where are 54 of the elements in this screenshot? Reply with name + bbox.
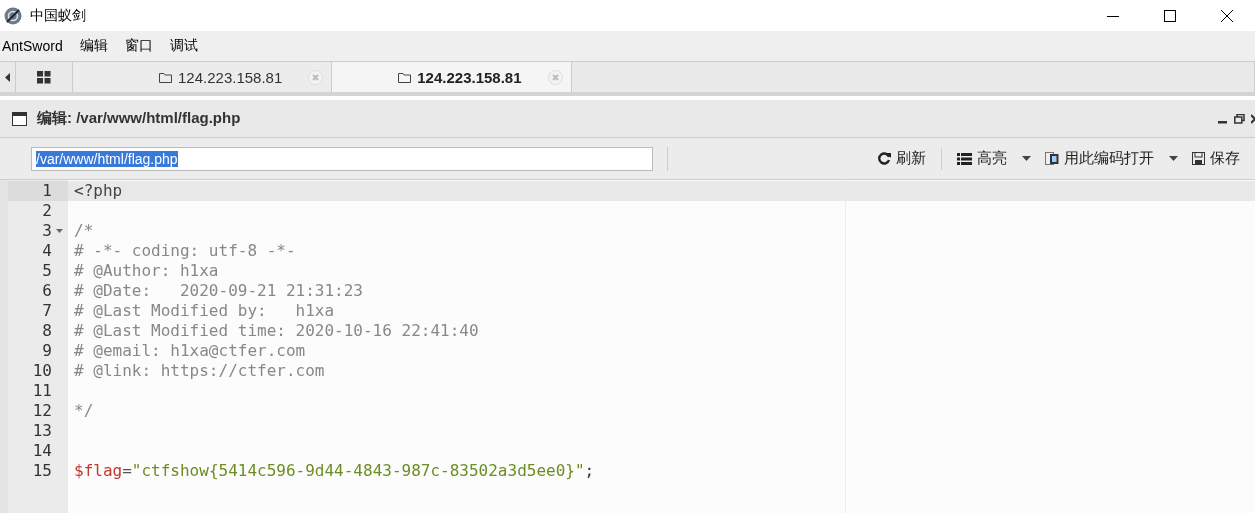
- toolbar-button[interactable]: 用此编码打开: [1038, 143, 1185, 174]
- maximize-icon[interactable]: [1163, 9, 1176, 22]
- line-number: 1: [42, 181, 52, 201]
- list-icon: [957, 152, 972, 165]
- line-number: 10: [32, 361, 52, 381]
- line-number: 3: [42, 221, 52, 241]
- code-line: # @email: h1xa@ctfer.com: [73, 341, 306, 361]
- folder-icon: [398, 71, 412, 83]
- menu-item[interactable]: AntSword: [2, 38, 67, 54]
- path-field[interactable]: /var/www/html/flag.php: [31, 146, 653, 171]
- grid-icon[interactable]: [37, 70, 51, 84]
- line-number: 13: [32, 421, 52, 441]
- line-number: 12: [32, 401, 52, 421]
- window-icon: [12, 111, 27, 126]
- line-number: 11: [32, 381, 52, 401]
- restore-icon[interactable]: [1234, 113, 1245, 124]
- line-number: 7: [42, 301, 52, 321]
- scroll-left-icon[interactable]: [4, 72, 11, 82]
- fold-caret-icon[interactable]: [56, 229, 63, 233]
- toolbar-button[interactable]: 刷新: [871, 143, 933, 174]
- line-number: 8: [42, 321, 52, 341]
- save-icon: [1192, 152, 1205, 165]
- document-icon: [1045, 151, 1059, 166]
- code-line: <?php: [73, 181, 123, 201]
- line-number: 14: [32, 441, 52, 461]
- line-number: 2: [42, 201, 52, 221]
- menu-item[interactable]: 窗口: [124, 37, 157, 55]
- close-icon[interactable]: [1220, 9, 1233, 22]
- toolbar-button[interactable]: 保存: [1185, 143, 1247, 174]
- code-line: # @Date: 2020-09-21 21:31:23: [73, 281, 363, 301]
- line-number: 5: [42, 261, 52, 281]
- refresh-icon: [878, 152, 891, 165]
- menu-item[interactable]: 调试: [169, 37, 202, 55]
- code-line: # @Last Modified time: 2020-10-16 22:41:40: [73, 321, 479, 341]
- panel-title: 编辑: /var/www/html/flag.php: [37, 109, 241, 128]
- code-line: # @Last Modified by: h1xa: [73, 301, 335, 321]
- caret-down-icon: [1022, 156, 1031, 161]
- caret-down-icon: [1169, 156, 1178, 161]
- toolbar-button[interactable]: 高亮: [950, 143, 1038, 174]
- code-line: /*: [73, 221, 94, 241]
- line-number: 6: [42, 281, 52, 301]
- code-line: # @link: https://ctfer.com: [73, 361, 325, 381]
- code-line: $flag="ctfshow{5414c596-9d44-4843-987c-83502a3d5ee0}";: [73, 461, 595, 481]
- app-logo-icon: [4, 6, 22, 25]
- menu-item[interactable]: 编辑: [79, 37, 112, 55]
- tab[interactable]: 124.223.158.81: [332, 62, 572, 92]
- line-number: 15: [32, 461, 52, 481]
- code-line: # @Author: h1xa: [73, 261, 219, 281]
- line-number: 9: [42, 341, 52, 361]
- window-title: 中国蚁剑: [30, 6, 86, 25]
- line-number: 4: [42, 241, 52, 261]
- folder-icon: [159, 71, 172, 83]
- code-line: */: [73, 401, 94, 421]
- code-line: # -*- coding: utf-8 -*-: [73, 241, 296, 261]
